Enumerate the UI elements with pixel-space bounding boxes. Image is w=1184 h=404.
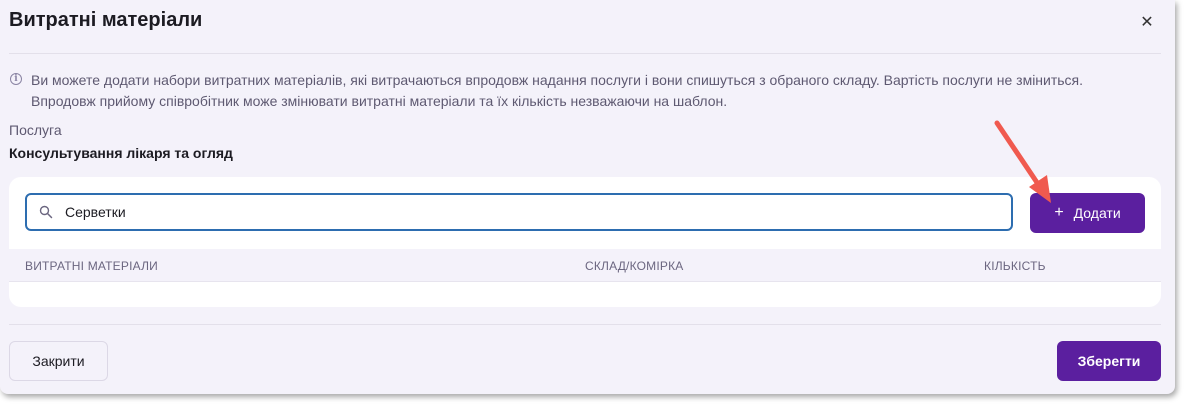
column-header-quantity: КІЛЬКІСТЬ xyxy=(984,259,1046,273)
save-button[interactable]: Зберегти xyxy=(1057,341,1161,381)
consumables-dialog: Витратні матеріали ✕ i Ви можете додати … xyxy=(0,0,1175,394)
close-button[interactable]: Закрити xyxy=(9,341,108,381)
search-icon xyxy=(39,205,53,219)
consumables-card: + Додати ВИТРАТНІ МАТЕРІАЛИ СКЛАД/КОМІРК… xyxy=(9,177,1161,307)
info-message: Ви можете додати набори витратних матері… xyxy=(31,70,1156,112)
column-header-consumables: ВИТРАТНІ МАТЕРІАЛИ xyxy=(25,259,158,273)
info-line-1: Ви можете додати набори витратних матері… xyxy=(31,72,1084,88)
service-value: Консультування лікаря та огляд xyxy=(9,145,233,161)
add-button[interactable]: + Додати xyxy=(1030,193,1145,233)
header-divider xyxy=(9,53,1161,54)
close-icon[interactable]: ✕ xyxy=(1137,13,1157,33)
search-field[interactable] xyxy=(25,193,1013,231)
info-line-2: Впродовж прийому співробітник може зміню… xyxy=(31,93,728,109)
search-input[interactable] xyxy=(65,195,995,229)
service-label: Послуга xyxy=(9,122,62,138)
plus-icon: + xyxy=(1054,204,1064,221)
table-header: ВИТРАТНІ МАТЕРІАЛИ СКЛАД/КОМІРКА КІЛЬКІС… xyxy=(9,249,1161,282)
info-icon: i xyxy=(10,73,22,85)
dialog-title: Витратні матеріали xyxy=(9,9,203,31)
add-button-label: Додати xyxy=(1073,205,1121,221)
column-header-warehouse: СКЛАД/КОМІРКА xyxy=(585,259,684,273)
footer-divider xyxy=(9,324,1161,325)
